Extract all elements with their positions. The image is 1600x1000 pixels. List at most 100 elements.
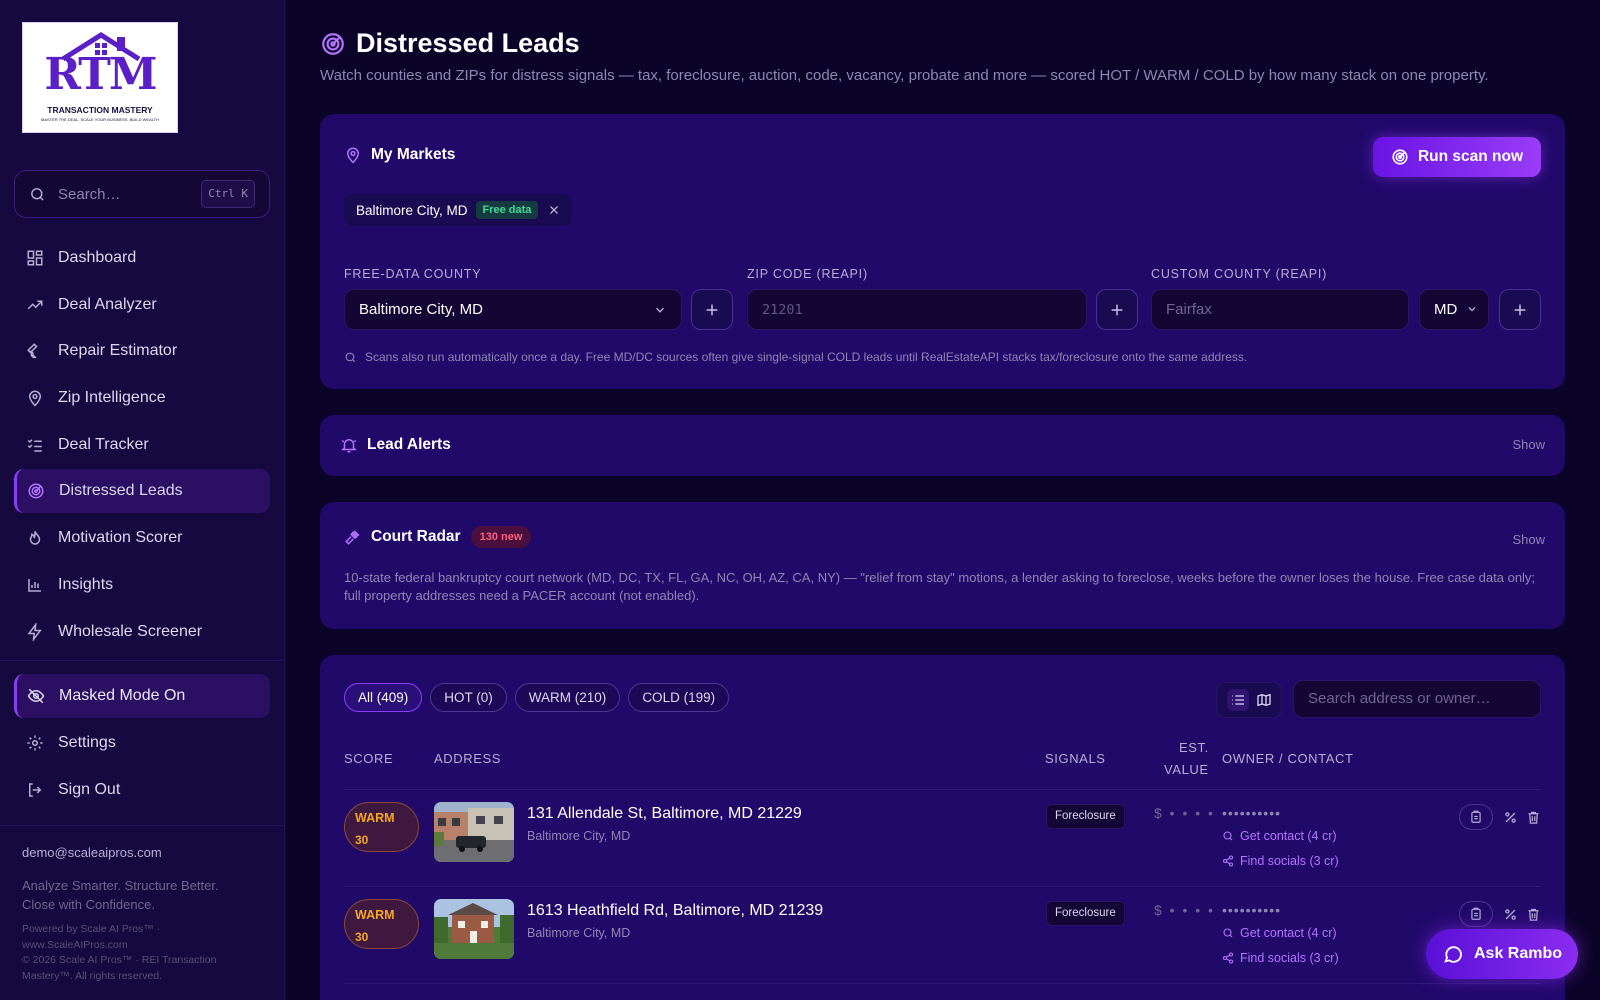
col-est-value-1: EST. — [1179, 740, 1209, 755]
score-label: WARM — [355, 908, 395, 922]
score-value: 30 — [355, 930, 369, 944]
clipboard-icon — [1471, 810, 1481, 823]
owner-masked: •••••••••• — [1222, 805, 1282, 821]
sidebar-item-label: Repair Estimator — [58, 342, 178, 360]
add-zip-button[interactable] — [1096, 289, 1138, 330]
property-thumbnail[interactable] — [434, 899, 514, 959]
property-thumbnail[interactable] — [434, 802, 514, 862]
lead-search-placeholder: Search address or owner… — [1308, 690, 1491, 707]
tab-all[interactable]: All (409) — [344, 683, 423, 712]
run-scan-label: Run scan now — [1417, 148, 1524, 165]
chevron-down-icon — [1466, 303, 1478, 315]
sidebar-item-dashboard[interactable]: Dashboard — [14, 236, 270, 280]
sidebar-tagline: Analyze Smarter. Structure Better. Close… — [22, 878, 219, 912]
tab-hot[interactable]: HOT (0) — [430, 683, 507, 712]
zip-code-input[interactable]: 21201 — [747, 289, 1087, 330]
search-icon — [29, 186, 46, 203]
percent-icon — [1505, 908, 1516, 920]
sidebar-item-deal-analyzer[interactable]: Deal Analyzer — [14, 283, 270, 327]
sidebar-item-label: Distressed Leads — [59, 482, 183, 500]
add-custom-county-button[interactable] — [1499, 289, 1541, 330]
lead-alerts-show-toggle[interactable]: Show — [1512, 437, 1545, 452]
sidebar-nav: Dashboard Deal Analyzer Repair Estimator… — [14, 236, 270, 656]
custom-county-input[interactable]: Fairfax — [1151, 289, 1409, 330]
sidebar-item-motivation-scorer[interactable]: Motivation Scorer — [14, 516, 270, 560]
court-radar-title: Court Radar — [371, 528, 461, 545]
signal-badge: Foreclosure — [1046, 901, 1125, 926]
map-view-button[interactable] — [1256, 692, 1272, 708]
court-radar-card: Court Radar 130 new Show 10-state federa… — [320, 502, 1565, 629]
page-subtitle: Watch counties and ZIPs for distress sig… — [320, 67, 1489, 84]
find-socials-link[interactable]: Find socials (3 cr) — [1222, 854, 1339, 868]
remove-market-button[interactable] — [548, 204, 560, 216]
tab-cold[interactable]: COLD (199) — [628, 683, 730, 712]
sidebar-divider — [0, 825, 285, 826]
radar-icon — [1391, 148, 1409, 166]
sidebar-item-repair-estimator[interactable]: Repair Estimator — [14, 329, 270, 373]
property-address[interactable]: 131 Allendale St, Baltimore, MD 21229 — [527, 805, 802, 823]
wrench-icon — [26, 342, 44, 360]
property-address[interactable]: 1613 Heathfield Rd, Baltimore, MD 21239 — [527, 902, 823, 920]
my-markets-card: My Markets Run scan now Baltimore City, … — [320, 114, 1565, 389]
percent-icon — [1505, 811, 1516, 823]
sidebar-item-sign-out[interactable]: Sign Out — [14, 768, 270, 812]
get-contact-label: Get contact (4 cr) — [1240, 926, 1337, 940]
user-email: demo@scaleaipros.com — [22, 845, 162, 860]
bell-icon — [340, 436, 358, 454]
lead-search-input[interactable]: Search address or owner… — [1293, 680, 1541, 718]
analyze-deal-button[interactable] — [1503, 810, 1518, 825]
sidebar-item-settings[interactable]: Settings — [14, 721, 270, 765]
get-contact-link[interactable]: Get contact (4 cr) — [1222, 926, 1337, 940]
get-contact-link[interactable]: Get contact (4 cr) — [1222, 829, 1337, 843]
score-badge: WARM 30 — [344, 899, 419, 949]
masked-mode-toggle[interactable]: Masked Mode On — [14, 674, 270, 718]
sidebar-item-distressed-leads[interactable]: Distressed Leads — [14, 469, 270, 514]
sidebar-item-label: Dashboard — [58, 249, 137, 266]
sidebar-item-zip-intelligence[interactable]: Zip Intelligence — [14, 376, 270, 420]
lead-alerts-card[interactable]: Lead Alerts Show — [320, 415, 1565, 476]
sidebar-item-label: Wholesale Screener — [58, 622, 203, 640]
view-toggle — [1216, 682, 1282, 718]
sidebar-search[interactable]: Search… Ctrl K — [14, 170, 270, 218]
state-value: MD — [1434, 301, 1458, 318]
scan-hint-text: Scans also run automatically once a day.… — [365, 350, 1248, 364]
delete-lead-button[interactable] — [1526, 907, 1541, 922]
copyright: © 2026 Scale AI Pros™ · REI Transaction … — [22, 954, 217, 982]
radar-icon — [320, 31, 346, 57]
col-est-value-2: VALUE — [1164, 762, 1209, 777]
chevron-down-icon — [653, 303, 667, 317]
sidebar-item-deal-tracker[interactable]: Deal Tracker — [14, 423, 270, 467]
sidebar-item-wholesale-screener[interactable]: Wholesale Screener — [14, 610, 270, 654]
logo-title: TRANSACTION MASTERY — [47, 105, 153, 115]
court-radar-show-toggle[interactable]: Show — [1512, 532, 1545, 547]
free-county-label: FREE-DATA COUNTY — [344, 267, 482, 281]
sidebar-footer-nav: Settings Sign Out — [14, 721, 270, 814]
search-icon — [1222, 927, 1234, 939]
sidebar-item-insights[interactable]: Insights — [14, 563, 270, 607]
add-to-tracker-button[interactable] — [1459, 901, 1493, 927]
add-free-county-button[interactable] — [691, 289, 733, 330]
close-icon — [550, 206, 559, 214]
new-count-badge: 130 new — [470, 526, 532, 548]
brand-logo[interactable]: RTM TRANSACTION MASTERY MASTER THE DEAL.… — [22, 22, 178, 133]
scan-hint: Scans also run automatically once a day.… — [344, 350, 1247, 364]
table-row[interactable]: WARM 30 1613 Heathfield Rd, Baltimore, M… — [344, 887, 1541, 984]
analyze-deal-button[interactable] — [1503, 907, 1518, 922]
est-value-masked: $ • • • • — [1154, 805, 1215, 821]
checklist-icon — [26, 436, 44, 454]
state-select[interactable]: MD — [1419, 289, 1489, 330]
table-row[interactable]: WARM 30 131 Allendale St, Baltimore, MD … — [344, 790, 1541, 887]
sidebar-item-label: Insights — [58, 575, 114, 593]
leads-card: All (409) HOT (0) WARM (210) COLD (199) … — [320, 655, 1565, 1000]
run-scan-button[interactable]: Run scan now — [1373, 137, 1541, 177]
find-socials-link[interactable]: Find socials (3 cr) — [1222, 951, 1339, 965]
free-data-badge: Free data — [475, 201, 539, 219]
ask-rambo-button[interactable]: Ask Rambo — [1426, 929, 1578, 979]
tab-warm[interactable]: WARM (210) — [514, 683, 621, 712]
zip-code-label: ZIP CODE (REAPI) — [747, 267, 868, 281]
delete-lead-button[interactable] — [1526, 810, 1541, 825]
free-county-select[interactable]: Baltimore City, MD — [344, 289, 682, 330]
add-to-tracker-button[interactable] — [1459, 804, 1493, 830]
list-view-button[interactable] — [1226, 689, 1249, 711]
list-icon — [1231, 695, 1244, 705]
